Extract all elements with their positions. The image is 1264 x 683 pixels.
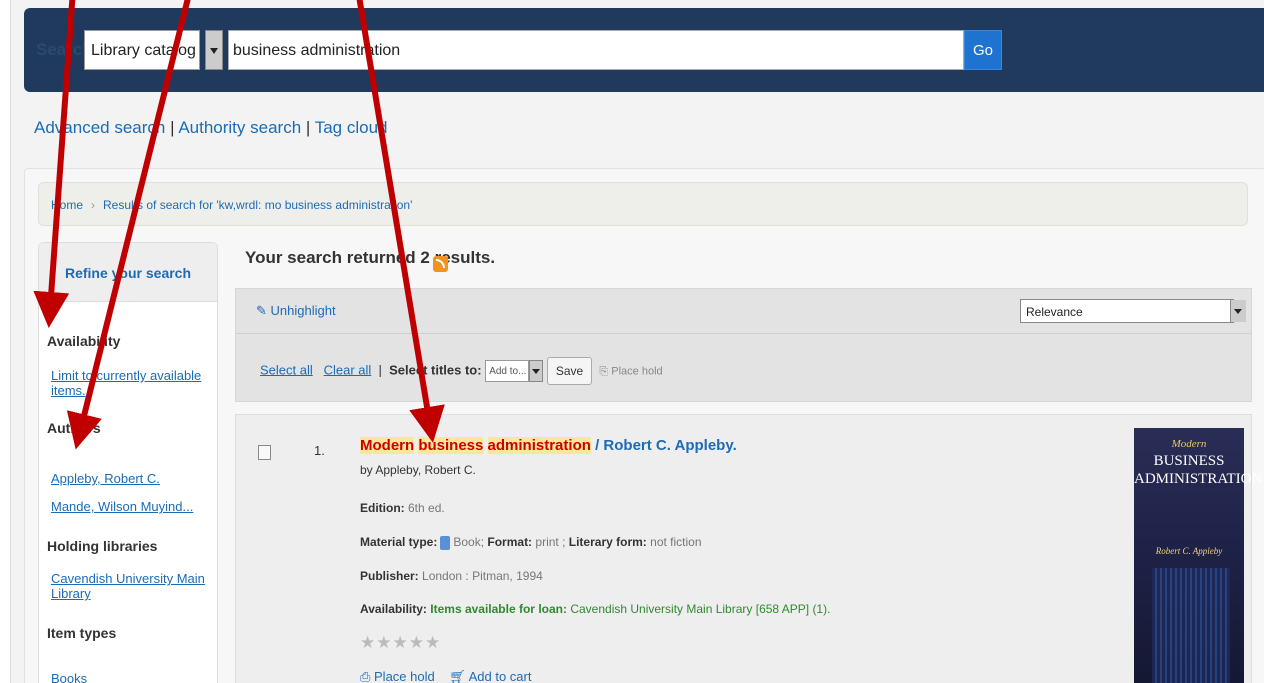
availability-heading: Availability: [47, 333, 121, 349]
catalog-select[interactable]: Library catalog: [84, 30, 200, 70]
page: Search Library catalog business administ…: [0, 0, 1264, 683]
place-hold-toolbar[interactable]: ⎘ Place hold: [599, 365, 662, 377]
link-separator: |: [301, 118, 315, 137]
result-title-link[interactable]: Modern business administration / Robert …: [360, 437, 737, 454]
result-edition: Edition: 6th ed.: [360, 501, 445, 515]
add-to-cart-link[interactable]: 🛒︎ Add to cart: [449, 669, 531, 683]
toolbar-divider: [236, 333, 1251, 334]
chevron-down-icon[interactable]: [529, 360, 544, 382]
cart-icon: 🛒︎: [449, 669, 469, 683]
authors-heading: Authors: [47, 420, 101, 436]
author-facet-link[interactable]: Mande, Wilson Muyind...: [51, 499, 193, 514]
results-toolbar: ✎ Unhighlight Relevance Select all Clear…: [235, 288, 1252, 402]
result-publisher: Publisher: London : Pitman, 1994: [360, 569, 543, 583]
results-summary: Your search returned 2 results.: [245, 248, 496, 267]
result-availability: Availability: Items available for loan: …: [360, 602, 831, 616]
result-actions: ⎙ Place hold 🛒︎ Add to cart: [360, 669, 531, 683]
select-titles-label: Select titles to:: [389, 362, 482, 378]
result-author: by Appleby, Robert C.: [360, 463, 476, 477]
sort-select[interactable]: Relevance: [1020, 299, 1234, 323]
limit-available-link[interactable]: Limit to currently available items.: [51, 368, 217, 398]
result-material: Material type: Book; Format: print ; Lite…: [360, 535, 702, 550]
unhighlight-label: Unhighlight: [270, 303, 336, 318]
chevron-down-icon[interactable]: [1230, 300, 1246, 322]
availability-detail: Cavendish University Main Library [658 A…: [570, 602, 831, 616]
save-button[interactable]: Save: [546, 357, 593, 385]
availability-status: Items available for loan:: [430, 602, 567, 616]
result-number: 1.: [314, 443, 325, 458]
advanced-search-link[interactable]: Advanced search: [34, 118, 165, 137]
search-header: Search Library catalog business administ…: [24, 8, 1264, 92]
search-links: Advanced search | Authority search | Tag…: [34, 118, 388, 138]
authority-search-link[interactable]: Authority search: [178, 118, 301, 137]
add-to-select[interactable]: Add to...: [485, 360, 530, 382]
search-input[interactable]: business administration: [228, 30, 964, 70]
facets-sidebar: Refine your search Availability Limit to…: [38, 242, 218, 683]
holding-library-link[interactable]: Cavendish University Main Library: [51, 571, 217, 601]
author-facet-link[interactable]: Appleby, Robert C.: [51, 471, 160, 486]
result-row: 1. Modern business administration / Robe…: [235, 414, 1252, 683]
tag-cloud-link[interactable]: Tag cloud: [315, 118, 388, 137]
go-button[interactable]: Go: [964, 30, 1002, 70]
star-rating[interactable]: ★★★★★: [360, 633, 441, 653]
breadcrumb: Home › Results of search for 'kw,wrdl: mo …: [38, 182, 1248, 226]
item-type-link[interactable]: Books: [51, 671, 87, 683]
select-all-link[interactable]: Select all: [260, 362, 313, 377]
breadcrumb-results[interactable]: Results of search for 'kw,wrdl: mo busin…: [103, 198, 412, 212]
selection-toolbar: Select all Clear all | Select titles to:…: [260, 357, 663, 385]
breadcrumb-home[interactable]: Home: [51, 198, 83, 212]
item-types-heading: Item types: [47, 625, 117, 641]
chevron-down-icon[interactable]: [205, 30, 223, 70]
place-hold-link[interactable]: ⎙ Place hold: [360, 669, 435, 683]
rss-icon[interactable]: [433, 256, 448, 272]
title-rest: / Robert C. Appleby.: [590, 437, 737, 454]
result-checkbox[interactable]: [258, 445, 271, 460]
book-icon: [440, 535, 451, 550]
title-word: business: [418, 437, 484, 454]
unhighlight-link[interactable]: ✎ Unhighlight: [256, 303, 336, 319]
clear-all-link[interactable]: Clear all: [324, 362, 372, 377]
cover-building-graphic: [1152, 568, 1230, 683]
book-cover-image[interactable]: Modern BUSINESS ADMINISTRATION Robert C. …: [1134, 428, 1262, 683]
title-word: Modern: [360, 437, 415, 454]
title-word: administration: [487, 437, 591, 454]
hold-icon: ⎙: [360, 669, 375, 683]
hold-icon: ⎘: [599, 365, 612, 378]
link-separator: |: [165, 118, 179, 137]
pencil-icon: ✎: [256, 303, 271, 318]
refine-heading[interactable]: Refine your search: [39, 243, 217, 302]
holding-libraries-heading: Holding libraries: [47, 538, 158, 554]
